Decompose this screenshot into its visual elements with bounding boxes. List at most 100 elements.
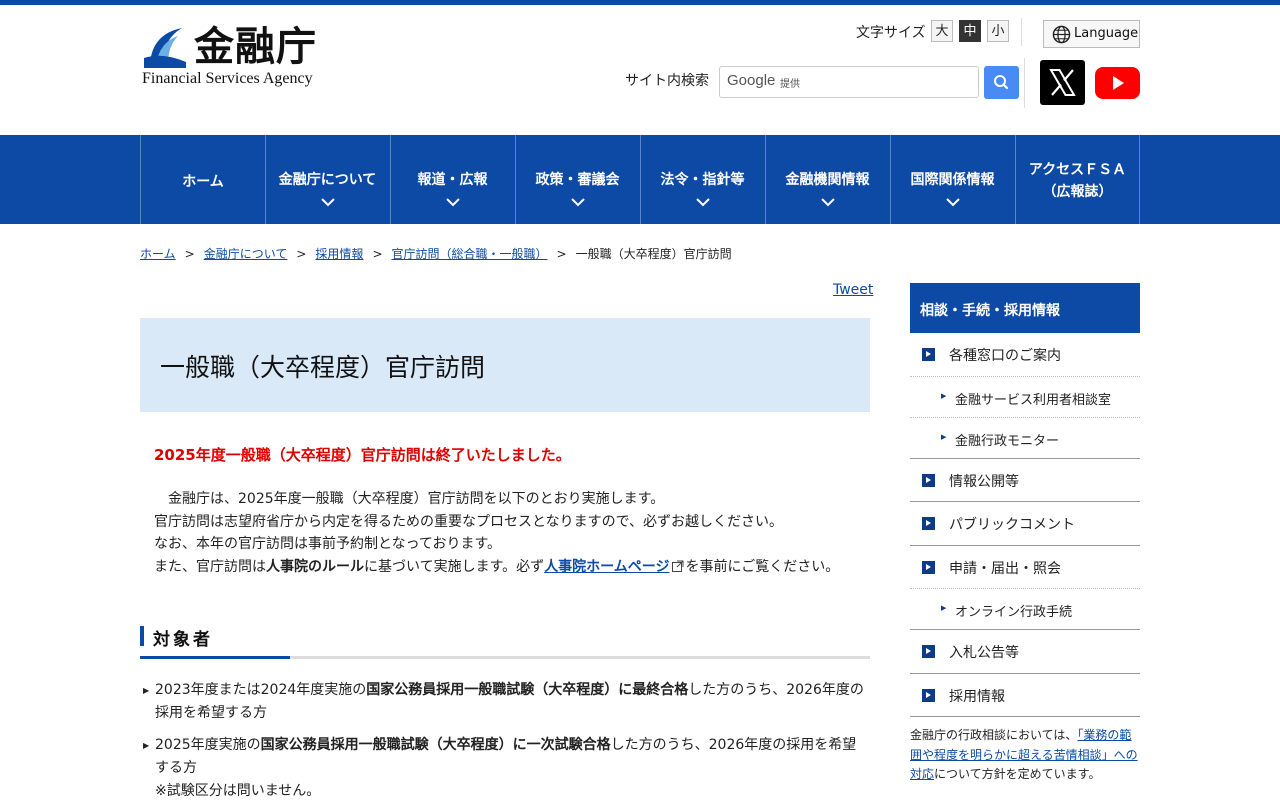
font-size-small-button[interactable]: 小 — [987, 20, 1009, 42]
chevron-down-icon — [571, 198, 585, 207]
list-item-bold: 国家公務員採用一般職試験（大卒程度）に一次試験合格 — [260, 737, 611, 753]
page-title-box: 一般職（大卒程度）官庁訪問 — [140, 318, 870, 412]
font-size-medium-button[interactable]: 中 — [959, 20, 981, 42]
font-size-label: 文字サイズ — [856, 25, 926, 41]
sidebar-item-label: 申請・届出・照会 — [949, 561, 1061, 577]
sidebar-heading-text: 相談・手続・採用情報 — [920, 303, 1060, 319]
top-accent-bar — [0, 0, 1280, 5]
arrow-square-icon — [922, 561, 935, 574]
nav-label: 国際関係情報 — [910, 172, 995, 188]
divider — [910, 458, 1140, 459]
nav-international[interactable]: 国際関係情報 — [890, 135, 1014, 224]
jinjiin-homepage-link[interactable]: 人事院ホームページ — [544, 559, 669, 575]
logo-english-text: Financial Services Agency — [142, 70, 313, 87]
nav-label-sub: （広報誌） — [1042, 184, 1113, 200]
breadcrumb-about[interactable]: 金融庁について — [204, 247, 288, 261]
search-button[interactable] — [984, 66, 1019, 99]
sidebar-item-label: 入札公告等 — [949, 645, 1019, 661]
list-item: ▶ 2025年度実施の国家公務員採用一般職試験（大卒程度）に一次試験合格した方のう… — [143, 734, 867, 803]
breadcrumb-separator: > — [296, 247, 307, 261]
chevron-down-icon — [446, 198, 460, 207]
nav-label: 金融機関情報 — [785, 172, 870, 188]
sidebar-subitem-label: 金融サービス利用者相談室 — [955, 393, 1112, 408]
nav-label: ホーム — [182, 174, 224, 190]
divider — [910, 673, 1140, 674]
breadcrumb-separator: > — [556, 247, 567, 261]
nav-press[interactable]: 報道・広報 — [390, 135, 514, 224]
intro-line: なお、本年の官庁訪問は事前予約制となっております。 — [154, 536, 502, 552]
intro-line: また、官庁訪問は人事院のルールに基づいて実施します。必ず人事院ホームページ を事前… — [154, 556, 839, 579]
arrow-square-icon — [922, 348, 935, 361]
sidebar-item-label: パブリックコメント — [949, 517, 1075, 533]
divider — [910, 417, 1140, 418]
breadcrumb-visit[interactable]: 官庁訪問（総合職・一般職） — [392, 247, 548, 261]
provided-by-text: 提供 — [780, 79, 800, 90]
sidebar-subitem-label: オンライン行政手続 — [955, 605, 1073, 620]
youtube-link[interactable] — [1095, 67, 1140, 99]
sidebar-note-text: について方針を定めています。 — [934, 767, 1101, 781]
chevron-down-icon — [696, 198, 710, 207]
tweet-link[interactable]: Tweet — [833, 282, 873, 298]
nav-label: 金融庁について — [278, 172, 377, 188]
triangle-right-icon: ▶ — [941, 604, 947, 612]
nav-home[interactable]: ホーム — [140, 135, 265, 224]
nav-laws[interactable]: 法令・指針等 — [640, 135, 764, 224]
global-nav: ホーム 金融庁について 報道・広報 政策・審議会 法令・指針等 金融機関情報 国… — [0, 135, 1280, 224]
divider — [910, 588, 1140, 589]
breadcrumb-recruit[interactable]: 採用情報 — [315, 247, 363, 261]
header-divider — [1021, 18, 1022, 46]
font-size-large-button[interactable]: 大 — [931, 20, 953, 42]
closed-notice: 2025年度一般職（大卒程度）官庁訪問は終了いたしました。 — [154, 446, 571, 464]
sidebar-heading: 相談・手続・採用情報 — [910, 283, 1140, 333]
search-icon — [994, 75, 1009, 90]
x-icon — [1049, 69, 1076, 96]
nav-label: 政策・審議会 — [535, 172, 620, 188]
search-input[interactable]: Google 提供 — [719, 66, 979, 98]
fsa-logo[interactable]: 金融庁 Financial Services Agency — [140, 22, 340, 92]
sidebar-subitem-label: 金融行政モニター — [955, 434, 1060, 449]
intro-text: に基づいて実施します。必ず — [364, 558, 545, 575]
nav-access-fsa[interactable]: アクセスＦＳＡ （広報誌） — [1015, 135, 1140, 224]
chevron-down-icon — [821, 198, 835, 207]
language-button[interactable]: Language — [1043, 20, 1140, 48]
nav-about[interactable]: 金融庁について — [265, 135, 389, 224]
arrow-square-icon — [922, 645, 935, 658]
breadcrumb-current: 一般職（大卒程度）官庁訪問 — [575, 247, 732, 261]
divider — [910, 376, 1140, 377]
heading-accent-bar — [140, 626, 144, 646]
divider — [910, 629, 1140, 630]
page-title: 一般職（大卒程度）官庁訪問 — [160, 353, 486, 382]
x-link[interactable] — [1040, 60, 1085, 105]
section-heading-target: 対象者 — [140, 625, 870, 659]
language-label: Language — [1074, 26, 1139, 41]
triangle-right-icon: ▶ — [941, 392, 947, 400]
breadcrumb: ホーム > 金融庁について > 採用情報 > 官庁訪問（総合職・一般職） > 一般職（大卒程度）… — [140, 245, 732, 262]
intro-line: 金融庁は、2025年度一般職（大卒程度）官庁訪問を以下のとおり実施します。 — [154, 491, 665, 507]
nav-label: アクセスＦＳＡ — [1028, 162, 1127, 178]
logo-japanese-text: 金融庁 — [194, 23, 317, 70]
nav-policy[interactable]: 政策・審議会 — [515, 135, 639, 224]
triangle-right-icon: ▶ — [941, 433, 947, 441]
intro-text: また、官庁訪問は — [154, 558, 266, 575]
intro-paragraph: 金融庁は、2025年度一般職（大卒程度）官庁訪問を以下のとおり実施します。 官庁… — [154, 488, 839, 578]
nav-label: 法令・指針等 — [660, 172, 745, 188]
sidebar-note-text: 金融庁の行政相談においては、 — [910, 728, 1078, 742]
nav-label-wrap: アクセスＦＳＡ （広報誌） — [1016, 159, 1139, 203]
list-item-text: 2023年度または2024年度実施の — [155, 682, 367, 698]
sidebar-item-label: 情報公開等 — [949, 474, 1019, 490]
intro-line: 官庁訪問は志望府省庁から内定を得るための重要なプロセスとなりますので、必ずお越し… — [154, 513, 784, 530]
divider — [910, 716, 1140, 717]
bullet-arrow-icon: ▶ — [143, 741, 150, 750]
globe-icon — [1052, 25, 1071, 44]
youtube-icon — [1113, 76, 1124, 90]
intro-text: を事前にご覧ください。 — [685, 558, 840, 575]
breadcrumb-home[interactable]: ホーム — [140, 247, 176, 261]
heading-underline-accent — [140, 656, 290, 659]
list-item-text: 2025年度実施の — [155, 737, 261, 753]
bullet-arrow-icon: ▶ — [143, 686, 150, 695]
google-brand-text: Google — [727, 72, 776, 89]
nav-institutions[interactable]: 金融機関情報 — [765, 135, 889, 224]
chevron-down-icon — [321, 198, 335, 207]
sidebar-note: 金融庁の行政相談においては、「業務の範囲や程度を明らかに超える苦情相談」への対応… — [910, 726, 1142, 785]
chevron-down-icon — [946, 198, 960, 207]
